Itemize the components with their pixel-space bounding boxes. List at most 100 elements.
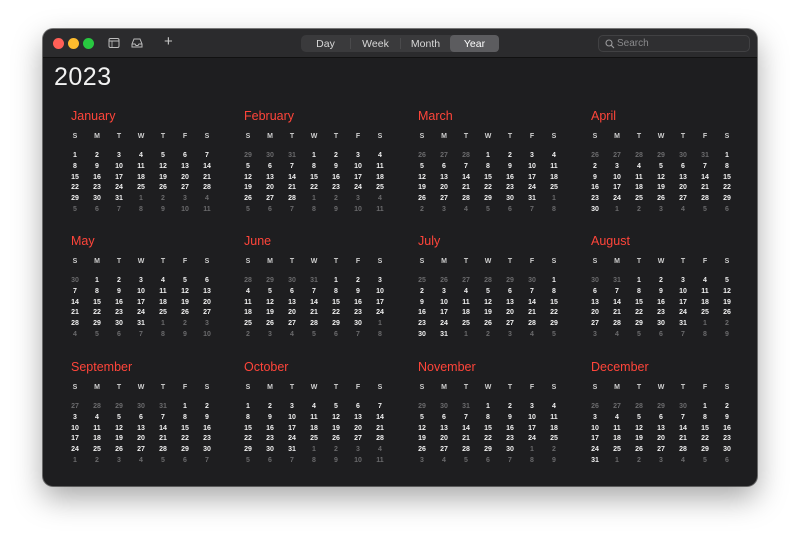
day-cell[interactable]: 21 <box>283 184 301 191</box>
day-cell[interactable]: 3 <box>349 152 367 159</box>
day-cell[interactable]: 30 <box>652 320 670 327</box>
day-cell[interactable]: 7 <box>608 288 626 295</box>
adjacent-month-day[interactable]: 29 <box>652 403 670 410</box>
day-cell[interactable]: 1 <box>696 403 714 410</box>
adjacent-month-day[interactable]: 31 <box>283 152 301 159</box>
day-cell[interactable]: 23 <box>501 435 519 442</box>
day-cell[interactable]: 6 <box>586 288 604 295</box>
day-cell[interactable]: 15 <box>479 425 497 432</box>
adjacent-month-day[interactable]: 9 <box>545 457 563 464</box>
adjacent-month-day[interactable]: 1 <box>696 320 714 327</box>
day-cell[interactable]: 5 <box>327 403 345 410</box>
month-january[interactable]: January S M T W T F S 1 2 3 4 5 6 7 8 9 10 11 12 13 14 15 16 17 1… <box>71 109 221 229</box>
day-cell[interactable]: 14 <box>608 299 626 306</box>
day-cell[interactable]: 19 <box>154 174 172 181</box>
day-cell[interactable]: 29 <box>239 446 257 453</box>
adjacent-month-day[interactable]: 4 <box>435 457 453 464</box>
day-cell[interactable]: 23 <box>110 309 128 316</box>
day-cell[interactable]: 31 <box>586 457 604 464</box>
adjacent-month-day[interactable]: 4 <box>198 195 216 202</box>
adjacent-month-day[interactable]: 28 <box>457 152 475 159</box>
day-cell[interactable]: 9 <box>198 414 216 421</box>
day-cell[interactable]: 9 <box>327 163 345 170</box>
day-cell[interactable]: 29 <box>66 195 84 202</box>
adjacent-month-day[interactable]: 1 <box>523 446 541 453</box>
day-cell[interactable]: 28 <box>523 320 541 327</box>
day-cell[interactable]: 9 <box>110 288 128 295</box>
day-cell[interactable]: 14 <box>305 299 323 306</box>
adjacent-month-day[interactable]: 3 <box>110 457 128 464</box>
day-cell[interactable]: 25 <box>608 446 626 453</box>
day-cell[interactable]: 4 <box>696 277 714 284</box>
day-cell[interactable]: 10 <box>674 288 692 295</box>
day-cell[interactable]: 26 <box>413 195 431 202</box>
day-cell[interactable]: 27 <box>435 446 453 453</box>
day-cell[interactable]: 5 <box>110 414 128 421</box>
adjacent-month-day[interactable]: 8 <box>305 457 323 464</box>
adjacent-month-day[interactable]: 5 <box>154 457 172 464</box>
day-cell[interactable]: 24 <box>283 435 301 442</box>
adjacent-month-day[interactable]: 1 <box>305 446 323 453</box>
day-cell[interactable]: 23 <box>413 320 431 327</box>
day-cell[interactable]: 29 <box>479 195 497 202</box>
adjacent-month-day[interactable]: 8 <box>132 206 150 213</box>
day-cell[interactable]: 15 <box>66 174 84 181</box>
day-cell[interactable]: 18 <box>371 174 389 181</box>
day-cell[interactable]: 17 <box>523 425 541 432</box>
day-cell[interactable]: 15 <box>176 425 194 432</box>
day-cell[interactable]: 22 <box>239 435 257 442</box>
day-cell[interactable]: 8 <box>696 414 714 421</box>
adjacent-month-day[interactable]: 3 <box>435 206 453 213</box>
day-cell[interactable]: 24 <box>523 435 541 442</box>
adjacent-month-day[interactable]: 8 <box>545 206 563 213</box>
day-cell[interactable]: 22 <box>305 184 323 191</box>
day-cell[interactable]: 3 <box>523 403 541 410</box>
adjacent-month-day[interactable]: 1 <box>66 457 84 464</box>
day-cell[interactable]: 12 <box>652 174 670 181</box>
day-cell[interactable]: 10 <box>435 299 453 306</box>
month-name[interactable]: February <box>244 109 294 123</box>
day-cell[interactable]: 29 <box>479 446 497 453</box>
day-cell[interactable]: 5 <box>176 277 194 284</box>
day-cell[interactable]: 11 <box>608 425 626 432</box>
day-cell[interactable]: 28 <box>198 184 216 191</box>
day-cell[interactable]: 8 <box>239 414 257 421</box>
adjacent-month-day[interactable]: 9 <box>154 206 172 213</box>
day-cell[interactable]: 11 <box>696 288 714 295</box>
adjacent-month-day[interactable]: 7 <box>110 206 128 213</box>
day-cell[interactable]: 18 <box>457 309 475 316</box>
day-cell[interactable]: 25 <box>696 309 714 316</box>
day-cell[interactable]: 4 <box>371 152 389 159</box>
adjacent-month-day[interactable]: 1 <box>132 195 150 202</box>
day-cell[interactable]: 17 <box>586 435 604 442</box>
day-cell[interactable]: 24 <box>586 446 604 453</box>
day-cell[interactable]: 4 <box>88 414 106 421</box>
minimize-window-button[interactable] <box>68 38 79 49</box>
day-cell[interactable]: 5 <box>413 163 431 170</box>
day-cell[interactable]: 6 <box>652 414 670 421</box>
adjacent-month-day[interactable]: 28 <box>479 277 497 284</box>
adjacent-month-day[interactable]: 6 <box>176 457 194 464</box>
day-cell[interactable]: 23 <box>501 184 519 191</box>
month-name[interactable]: July <box>418 234 440 248</box>
adjacent-month-day[interactable]: 3 <box>176 195 194 202</box>
day-cell[interactable]: 8 <box>176 414 194 421</box>
day-cell[interactable]: 22 <box>630 309 648 316</box>
day-cell[interactable]: 30 <box>88 195 106 202</box>
day-cell[interactable]: 6 <box>435 414 453 421</box>
day-cell[interactable]: 29 <box>718 195 736 202</box>
day-cell[interactable]: 16 <box>586 184 604 191</box>
day-cell[interactable]: 28 <box>457 195 475 202</box>
day-cell[interactable]: 6 <box>198 277 216 284</box>
adjacent-month-day[interactable]: 5 <box>305 331 323 338</box>
adjacent-month-day[interactable]: 29 <box>239 152 257 159</box>
day-cell[interactable]: 21 <box>305 309 323 316</box>
day-cell[interactable]: 8 <box>66 163 84 170</box>
day-cell[interactable]: 15 <box>479 174 497 181</box>
day-cell[interactable]: 21 <box>674 435 692 442</box>
day-cell[interactable]: 11 <box>239 299 257 306</box>
day-cell[interactable]: 3 <box>371 277 389 284</box>
day-cell[interactable]: 24 <box>371 309 389 316</box>
day-cell[interactable]: 9 <box>718 414 736 421</box>
day-cell[interactable]: 6 <box>176 152 194 159</box>
